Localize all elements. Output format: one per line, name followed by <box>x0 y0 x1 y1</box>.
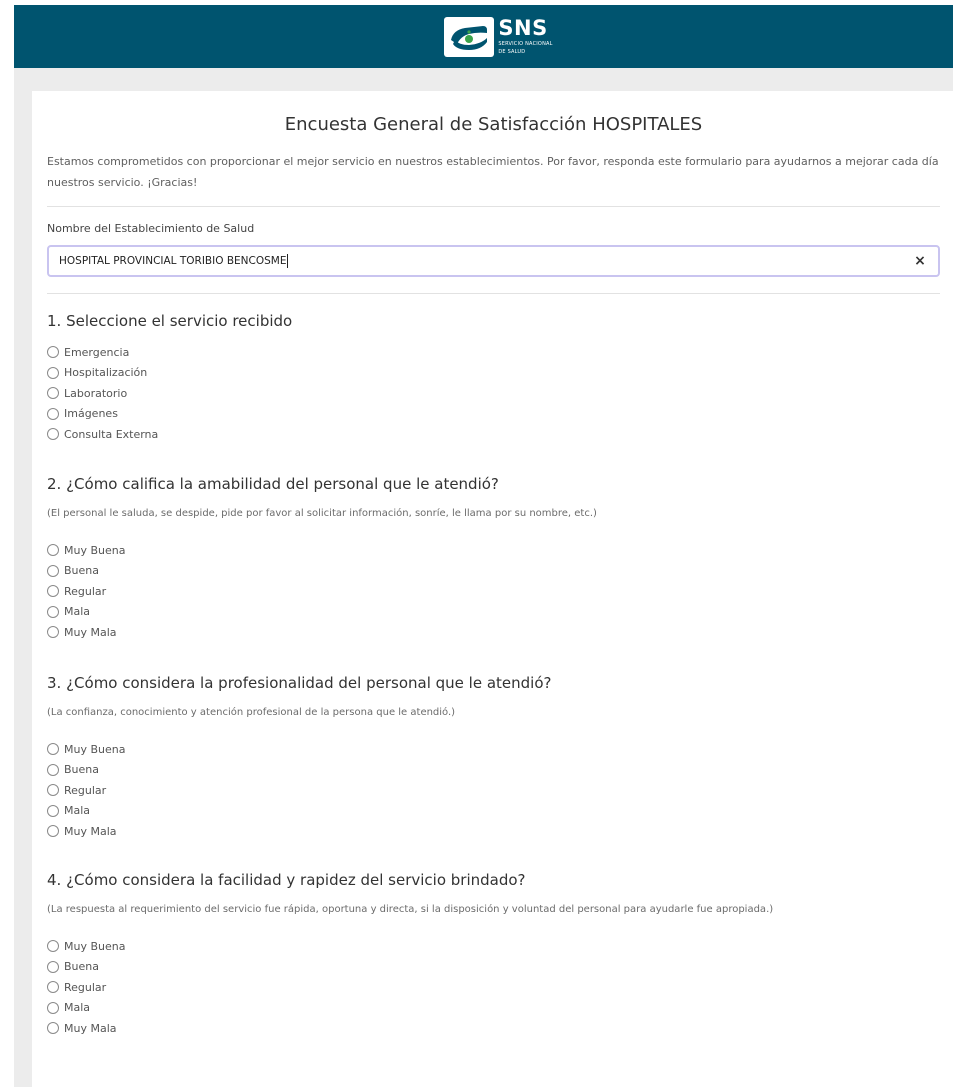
logo-title: SNS <box>498 16 548 40</box>
option-label: Regular <box>64 980 107 994</box>
question-2: 2. ¿Cómo califica la amabilidad del pers… <box>47 475 940 643</box>
radio-option[interactable]: Mala <box>47 801 940 822</box>
radio-option[interactable]: Regular <box>47 977 940 998</box>
radio-button[interactable] <box>47 564 59 577</box>
option-label: Regular <box>64 584 107 598</box>
question-title: 2. ¿Cómo califica la amabilidad del pers… <box>47 475 499 493</box>
radio-button[interactable] <box>47 1001 59 1014</box>
radio-button[interactable] <box>47 366 59 379</box>
option-label: Buena <box>64 763 99 777</box>
option-label: Hospitalización <box>64 366 148 380</box>
option-label: Muy Buena <box>64 543 126 557</box>
question-1: 1. Seleccione el servicio recibido Emerg… <box>47 312 940 445</box>
radio-option[interactable]: Emergencia <box>47 342 940 363</box>
survey-card: Encuesta General de Satisfacción HOSPITA… <box>32 91 953 1087</box>
radio-button[interactable] <box>47 387 59 400</box>
radio-button[interactable] <box>47 960 59 973</box>
radio-button[interactable] <box>47 1022 59 1035</box>
sns-hand-icon <box>444 16 495 57</box>
option-label: Consulta Externa <box>64 427 159 441</box>
survey-intro: Estamos comprometidos con proporcionar e… <box>47 155 939 189</box>
option-label: Imágenes <box>64 407 118 421</box>
radio-option[interactable]: Regular <box>47 780 940 801</box>
divider <box>47 293 940 294</box>
logo-subtitle-line-1: SERVICIO NACIONAL <box>498 41 553 47</box>
radio-button[interactable] <box>47 605 59 618</box>
question-hint: (El personal le saluda, se despide, pide… <box>47 508 597 519</box>
question-title: 4. ¿Cómo considera la facilidad y rapide… <box>47 871 526 889</box>
establishment-label: Nombre del Establecimiento de Salud <box>47 222 255 235</box>
question-hint: (La confianza, conocimiento y atención p… <box>47 707 456 718</box>
option-label: Buena <box>64 564 99 578</box>
option-label: Emergencia <box>64 345 130 359</box>
radio-option[interactable]: Mala <box>47 998 940 1019</box>
option-label: Mala <box>64 1001 91 1015</box>
radio-button[interactable] <box>47 544 59 557</box>
option-label: Muy Buena <box>64 939 126 953</box>
survey-title: Encuesta General de Satisfacción HOSPITA… <box>284 114 703 135</box>
radio-option[interactable]: Muy Buena <box>47 739 940 760</box>
sns-logo[interactable]: SNS SERVICIO NACIONAL DE SALUD <box>444 16 553 57</box>
question-3: 3. ¿Cómo considera la profesionalidad de… <box>47 674 940 842</box>
option-label: Mala <box>64 804 91 818</box>
radio-button[interactable] <box>47 428 59 441</box>
radio-button[interactable] <box>47 626 59 639</box>
text-caret <box>287 254 289 268</box>
radio-group: Emergencia Hospitalización Laboratorio I… <box>47 342 940 445</box>
radio-button[interactable] <box>47 763 59 776</box>
radio-option[interactable]: Laboratorio <box>47 383 940 404</box>
radio-option[interactable]: Muy Mala <box>47 1018 940 1039</box>
radio-button[interactable] <box>47 825 59 838</box>
option-label: Muy Mala <box>64 625 117 639</box>
question-hint: (La respuesta al requerimiento del servi… <box>47 904 774 915</box>
establishment-input[interactable]: HOSPITAL PROVINCIAL TORIBIO BENCOSME × <box>47 245 940 277</box>
radio-option[interactable]: Buena <box>47 561 940 582</box>
radio-button[interactable] <box>47 940 59 953</box>
radio-button[interactable] <box>47 585 59 598</box>
question-4: 4. ¿Cómo considera la facilidad y rapide… <box>47 871 940 1039</box>
radio-button[interactable] <box>47 804 59 817</box>
radio-option[interactable]: Buena <box>47 760 940 781</box>
radio-option[interactable]: Muy Mala <box>47 622 940 643</box>
divider <box>47 206 940 207</box>
option-label: Muy Mala <box>64 824 117 838</box>
radio-button[interactable] <box>47 407 59 420</box>
radio-option[interactable]: Mala <box>47 602 940 623</box>
establishment-value: HOSPITAL PROVINCIAL TORIBIO BENCOSME <box>59 255 287 267</box>
radio-group: Muy Buena Buena Regular Mala Muy Mala <box>47 540 940 643</box>
question-title: 3. ¿Cómo considera la profesionalidad de… <box>47 674 552 692</box>
option-label: Regular <box>64 783 107 797</box>
radio-option[interactable]: Regular <box>47 581 940 602</box>
radio-button[interactable] <box>47 346 59 359</box>
logo-subtitle-line-2: DE SALUD <box>498 49 526 55</box>
question-title: 1. Seleccione el servicio recibido <box>47 312 293 330</box>
site-header: SNS SERVICIO NACIONAL DE SALUD <box>14 5 953 68</box>
radio-group: Muy Buena Buena Regular Mala Muy Mala <box>47 936 940 1039</box>
radio-option[interactable]: Muy Buena <box>47 540 940 561</box>
radio-option[interactable]: Muy Buena <box>47 936 940 957</box>
option-label: Buena <box>64 960 99 974</box>
radio-option[interactable]: Muy Mala <box>47 821 940 842</box>
radio-button[interactable] <box>47 743 59 756</box>
option-label: Muy Mala <box>64 1021 117 1035</box>
radio-option[interactable]: Consulta Externa <box>47 424 940 445</box>
radio-group: Muy Buena Buena Regular Mala Muy Mala <box>47 739 940 842</box>
option-label: Mala <box>64 605 91 619</box>
radio-button[interactable] <box>47 981 59 994</box>
radio-option[interactable]: Hospitalización <box>47 363 940 384</box>
radio-button[interactable] <box>47 784 59 797</box>
option-label: Muy Buena <box>64 742 126 756</box>
clear-icon[interactable]: × <box>912 253 928 269</box>
radio-option[interactable]: Buena <box>47 957 940 978</box>
option-label: Laboratorio <box>64 386 128 400</box>
radio-option[interactable]: Imágenes <box>47 404 940 425</box>
